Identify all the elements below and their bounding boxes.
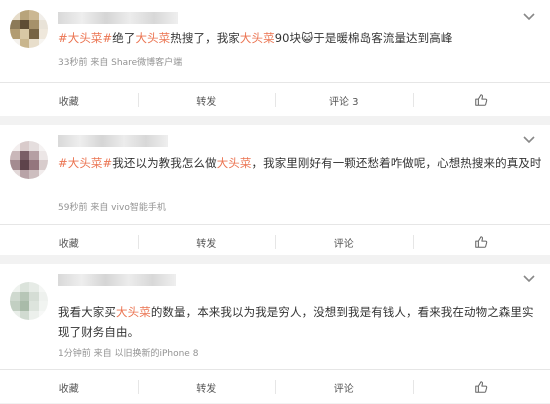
post-text: 热搜了，我家 [170,31,240,45]
repost-label: 转发 [196,93,216,108]
keyword-link[interactable]: 大头菜 [135,31,170,45]
chevron-down-icon[interactable] [522,12,536,22]
favorite-label: 收藏 [59,235,79,250]
post-card: #大头菜#我还以为教我怎么做大头菜，我家里刚好有一颗还愁着咋做呢，心想热搜来的真… [0,125,550,255]
repost-button[interactable]: 转发 [138,83,276,117]
comment-button[interactable]: 评论 [275,225,413,259]
comment-button[interactable]: 评论 [275,370,413,404]
post-text: 于是暖棉岛客流量达到高峰 [313,31,452,45]
keyword-link[interactable]: 大头菜 [217,156,252,170]
thumbs-up-icon [474,380,488,394]
comment-label: 评论 [334,235,354,250]
favorite-button[interactable]: 收藏 [0,83,138,117]
keyword-link[interactable]: 大头菜 [116,305,151,319]
post-text: 绝了 [112,31,135,45]
favorite-label: 收藏 [59,380,79,395]
cat-emoji-icon: 😺 [301,31,313,45]
favorite-label: 收藏 [59,93,79,108]
post-text: 我看大家买 [58,305,116,319]
username[interactable] [58,135,168,147]
post-text: 我还以为教我怎么做 [112,156,216,170]
post-text: 90块 [275,31,301,45]
topic-link[interactable]: #大头菜# [58,156,112,170]
action-bar: 收藏 转发 评论 [0,224,550,259]
post-card: #大头菜#绝了大头菜热搜了，我家大头菜90块😺于是暖棉岛客流量达到高峰 33秒前… [0,0,550,116]
comment-button[interactable]: 评论 3 [275,83,413,117]
post-card: 我看大家买大头菜的数量，本来我以为我是穷人，没想到我是有钱人，看来我在动物之森里… [0,264,550,403]
username[interactable] [58,274,176,286]
thumbs-up-icon [474,235,488,249]
like-button[interactable] [413,83,550,117]
post-content: #大头菜#我还以为教我怎么做大头菜，我家里刚好有一颗还愁着咋做呢，心想热搜来的真… [58,153,536,173]
post-meta: 1分钟前 来自 以旧换新的iPhone 8 [58,346,198,359]
action-bar: 收藏 转发 评论 [0,369,550,404]
post-content: 我看大家买大头菜的数量，本来我以为我是穷人，没想到我是有钱人，看来我在动物之森里… [58,302,536,342]
post-content: #大头菜#绝了大头菜热搜了，我家大头菜90块😺于是暖棉岛客流量达到高峰 [58,28,536,48]
like-button[interactable] [413,225,550,259]
comment-label: 评论 [334,380,354,395]
like-button[interactable] [413,370,550,404]
favorite-button[interactable]: 收藏 [0,370,138,404]
post-meta: 33秒前 来自 Share微博客户端 [58,55,182,68]
keyword-link[interactable]: 大头菜 [240,31,275,45]
chevron-down-icon[interactable] [522,274,536,284]
post-text: ，我家里刚好有一颗还愁着咋做呢，心想热搜来的真及时 [252,156,542,170]
avatar[interactable] [10,10,48,48]
repost-label: 转发 [196,380,216,395]
repost-label: 转发 [196,235,216,250]
avatar[interactable] [10,141,48,179]
topic-link[interactable]: #大头菜# [58,31,112,45]
weibo-feed: #大头菜#绝了大头菜热搜了，我家大头菜90块😺于是暖棉岛客流量达到高峰 33秒前… [0,0,550,403]
avatar[interactable] [10,282,48,320]
post-meta: 59秒前 来自 vivo智能手机 [58,200,166,213]
action-bar: 收藏 转发 评论 3 [0,82,550,117]
chevron-down-icon[interactable] [522,135,536,145]
repost-button[interactable]: 转发 [138,225,276,259]
favorite-button[interactable]: 收藏 [0,225,138,259]
repost-button[interactable]: 转发 [138,370,276,404]
username[interactable] [58,12,178,24]
comment-label: 评论 3 [329,93,359,108]
thumbs-up-icon [474,93,488,107]
